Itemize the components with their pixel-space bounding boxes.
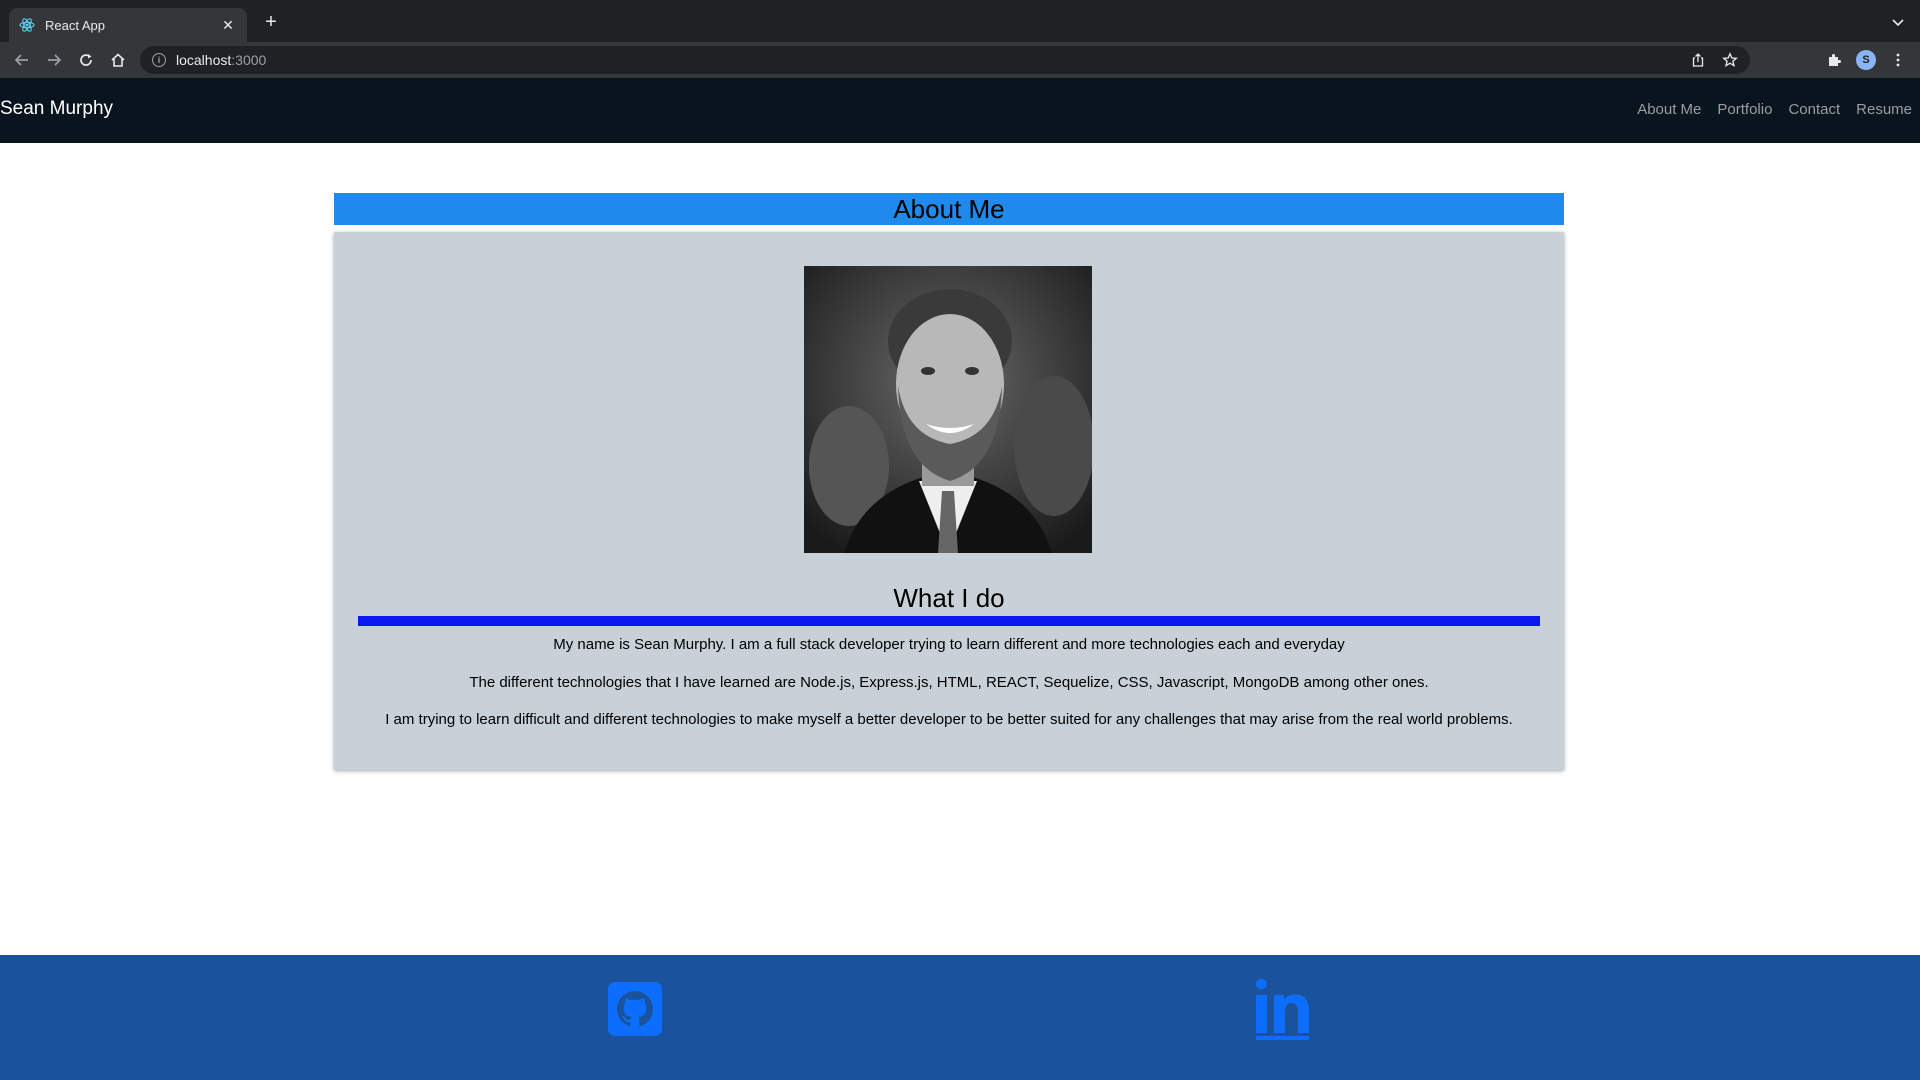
chevron-down-icon[interactable] xyxy=(1890,14,1906,30)
bio-paragraph: The different technologies that I have l… xyxy=(469,674,1429,691)
url-port: :3000 xyxy=(231,52,267,68)
about-card: What I do My name is Sean Murphy. I am a… xyxy=(334,232,1564,770)
nav-links: About Me Portfolio Contact Resume xyxy=(1637,101,1912,118)
nav-link-portfolio[interactable]: Portfolio xyxy=(1717,101,1772,118)
bio-paragraph: My name is Sean Murphy. I am a full stac… xyxy=(553,636,1345,653)
address-bar-actions xyxy=(1688,46,1750,74)
site-navbar: Sean Murphy About Me Portfolio Contact R… xyxy=(0,78,1920,143)
info-icon[interactable]: i xyxy=(152,53,166,67)
profile-photo xyxy=(804,266,1092,553)
about-header: About Me xyxy=(334,193,1564,225)
extensions-icon[interactable] xyxy=(1824,50,1844,70)
back-icon[interactable] xyxy=(12,50,32,70)
browser-tab-bar: React App ✕ + xyxy=(0,0,1920,42)
reload-icon[interactable] xyxy=(76,50,96,70)
avatar[interactable]: S xyxy=(1856,50,1876,70)
bookmark-star-icon[interactable] xyxy=(1720,50,1740,70)
nav-link-contact[interactable]: Contact xyxy=(1788,101,1840,118)
github-icon[interactable] xyxy=(608,982,662,1041)
forward-icon[interactable] xyxy=(44,50,64,70)
url-host: localhost xyxy=(176,52,232,68)
address-bar[interactable]: i localhost:3000 xyxy=(140,46,1750,74)
share-icon[interactable] xyxy=(1688,50,1708,70)
close-icon[interactable]: ✕ xyxy=(219,16,237,34)
nav-link-about-me[interactable]: About Me xyxy=(1637,101,1701,118)
linkedin-icon[interactable] xyxy=(1254,979,1312,1046)
divider xyxy=(358,616,1540,626)
site-brand[interactable]: Sean Murphy xyxy=(0,98,113,120)
section-subtitle: What I do xyxy=(893,583,1005,613)
browser-tab[interactable]: React App ✕ xyxy=(9,8,247,42)
home-icon[interactable] xyxy=(108,50,128,70)
more-menu-icon[interactable] xyxy=(1888,50,1908,70)
site-footer xyxy=(0,955,1920,1080)
nav-link-resume[interactable]: Resume xyxy=(1856,101,1912,118)
browser-toolbar: i localhost:3000 S xyxy=(0,42,1920,78)
page-title: About Me xyxy=(893,194,1005,224)
new-tab-button[interactable]: + xyxy=(260,12,282,34)
bio-paragraph: I am trying to learn difficult and diffe… xyxy=(385,711,1513,728)
tab-title: React App xyxy=(45,17,105,33)
react-icon xyxy=(19,17,35,33)
